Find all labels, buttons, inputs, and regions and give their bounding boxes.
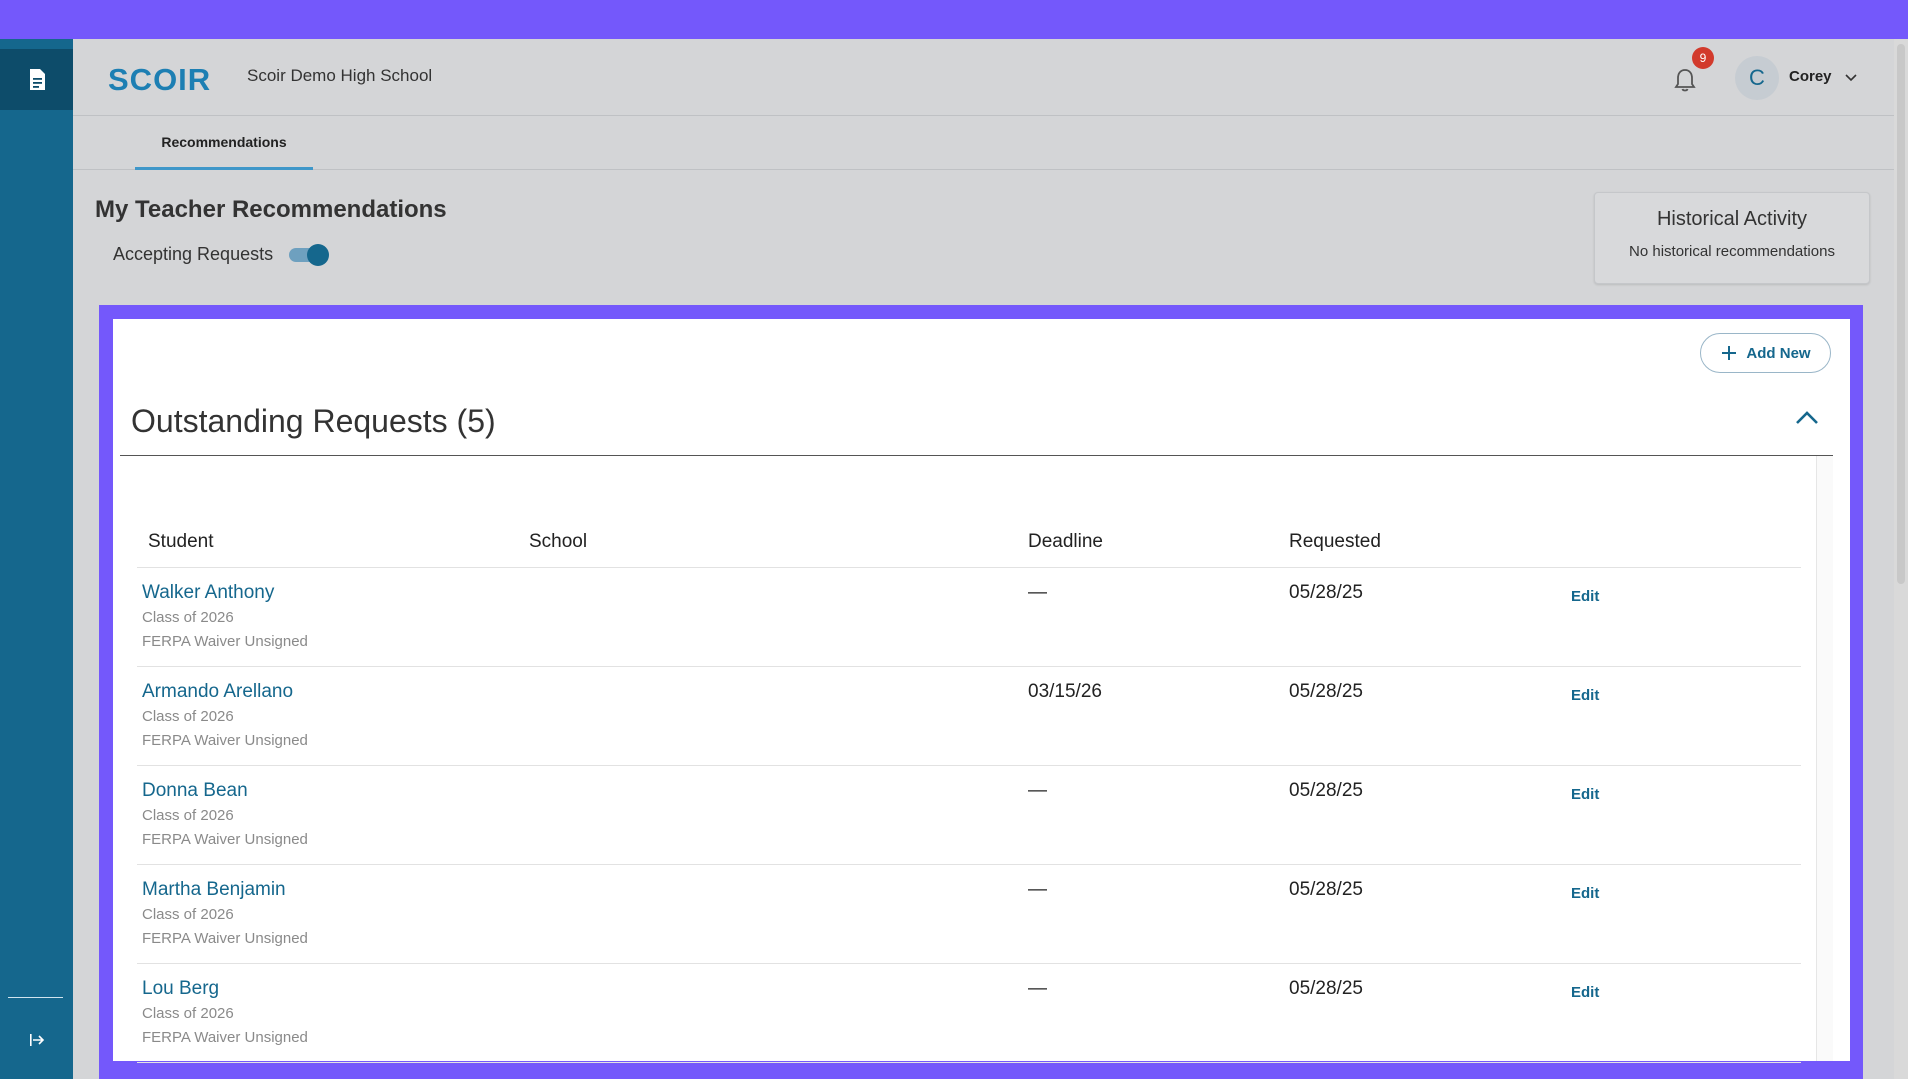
expand-sidebar-icon <box>29 1034 44 1046</box>
table-scrollbar[interactable] <box>1816 456 1833 1061</box>
document-icon <box>29 68 45 90</box>
edit-link[interactable]: Edit <box>1571 885 1599 902</box>
top-header: SCOIR Scoir Demo High School 9 C Corey <box>73 39 1895 116</box>
student-class: Class of 2026 <box>142 609 234 626</box>
edit-link[interactable]: Edit <box>1571 984 1599 1001</box>
deadline-value: 03/15/26 <box>1028 681 1102 702</box>
chevron-down-icon[interactable] <box>1843 69 1859 85</box>
deadline-value: — <box>1028 978 1047 999</box>
outstanding-requests-card: Add New Outstanding Requests (5) Student… <box>113 319 1850 1063</box>
edit-link[interactable]: Edit <box>1571 588 1599 605</box>
deadline-value: — <box>1028 780 1047 801</box>
rail-divider <box>8 997 63 998</box>
svg-text:SCOIR: SCOIR <box>108 62 211 97</box>
column-header-school: School <box>529 531 588 552</box>
ferpa-status: FERPA Waiver Unsigned <box>142 831 308 848</box>
student-name-link[interactable]: Walker Anthony <box>142 582 274 604</box>
user-name[interactable]: Corey <box>1789 68 1832 85</box>
section-title: Outstanding Requests (5) <box>131 403 496 439</box>
edit-link[interactable]: Edit <box>1571 687 1599 704</box>
accepting-requests-label: Accepting Requests <box>113 244 274 264</box>
school-name: Scoir Demo High School <box>247 66 433 85</box>
page-scrollbar-thumb[interactable] <box>1897 44 1905 584</box>
table-row: Martha Benjamin Class of 2026 FERPA Waiv… <box>137 865 1801 964</box>
table-row: Walker Anthony Class of 2026 FERPA Waive… <box>137 568 1801 667</box>
add-new-label: Add New <box>1746 344 1811 362</box>
requested-value: 05/28/25 <box>1289 582 1363 603</box>
scoir-logo[interactable]: SCOIR <box>108 61 220 97</box>
notification-badge: 9 <box>1692 47 1714 69</box>
tab-bar: Recommendations <box>73 117 1895 170</box>
ferpa-status: FERPA Waiver Unsigned <box>142 732 308 749</box>
section-divider <box>120 455 1833 456</box>
ferpa-status: FERPA Waiver Unsigned <box>142 633 308 650</box>
requested-value: 05/28/25 <box>1289 978 1363 999</box>
toggle-knob <box>307 244 329 266</box>
student-name-link[interactable]: Armando Arellano <box>142 681 293 703</box>
student-class: Class of 2026 <box>142 807 234 824</box>
table-row: Donna Bean Class of 2026 FERPA Waiver Un… <box>137 766 1801 865</box>
left-rail <box>0 39 73 1079</box>
historical-activity-title: Historical Activity <box>1656 208 1808 230</box>
requested-value: 05/28/25 <box>1289 879 1363 900</box>
student-name-link[interactable]: Martha Benjamin <box>142 879 286 901</box>
student-class: Class of 2026 <box>142 708 234 725</box>
ferpa-status: FERPA Waiver Unsigned <box>142 930 308 947</box>
chevron-up-icon[interactable] <box>1793 404 1821 432</box>
historical-activity-subtitle: No historical recommendations <box>1629 243 1835 260</box>
add-new-button[interactable]: Add New <box>1700 333 1831 373</box>
requested-value: 05/28/25 <box>1289 681 1363 702</box>
deadline-value: — <box>1028 879 1047 900</box>
student-class: Class of 2026 <box>142 906 234 923</box>
rail-documents-button[interactable] <box>0 49 73 110</box>
table-row: Lou Berg Class of 2026 FERPA Waiver Unsi… <box>137 964 1801 1063</box>
accepting-requests-toggle[interactable] <box>287 243 331 267</box>
table-row: Armando Arellano Class of 2026 FERPA Wai… <box>137 667 1801 766</box>
edit-link[interactable]: Edit <box>1571 786 1599 803</box>
student-class: Class of 2026 <box>142 1005 234 1022</box>
student-name-link[interactable]: Donna Bean <box>142 780 248 802</box>
historical-activity-card[interactable]: Historical Activity No historical recomm… <box>1594 192 1870 284</box>
ferpa-status: FERPA Waiver Unsigned <box>142 1029 308 1046</box>
student-name-link[interactable]: Lou Berg <box>142 978 219 1000</box>
tab-recommendations[interactable]: Recommendations <box>135 117 313 170</box>
rail-expand-button[interactable] <box>20 1025 53 1055</box>
column-header-requested: Requested <box>1289 531 1381 552</box>
plus-icon <box>1722 346 1737 360</box>
page-title: My Teacher Recommendations <box>95 196 447 223</box>
deadline-value: — <box>1028 582 1047 603</box>
column-header-deadline: Deadline <box>1028 531 1103 552</box>
column-header-student: Student <box>148 531 214 552</box>
requested-value: 05/28/25 <box>1289 780 1363 801</box>
avatar[interactable]: C <box>1735 56 1779 100</box>
